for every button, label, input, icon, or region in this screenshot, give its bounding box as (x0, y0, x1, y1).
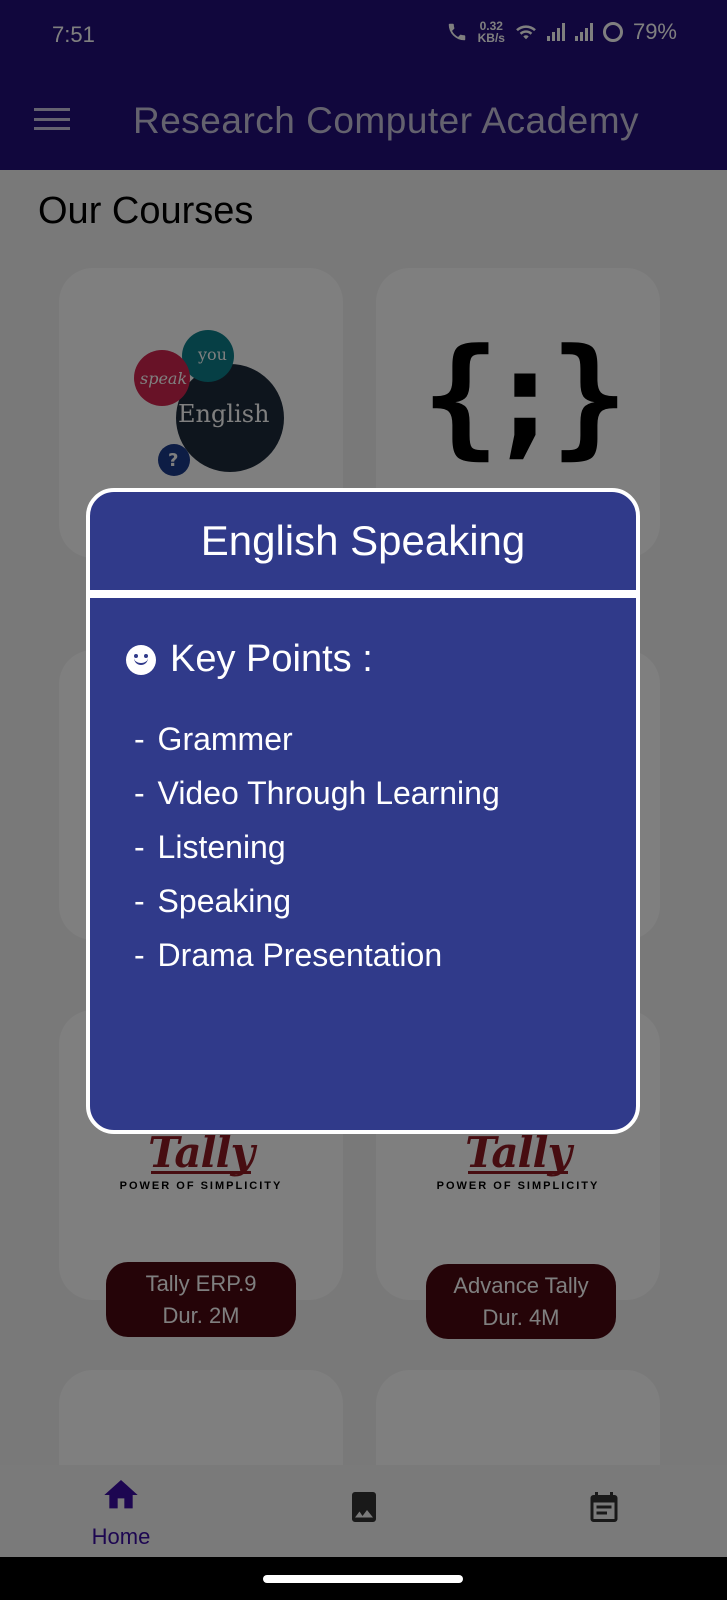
list-item: Grammer (134, 712, 500, 766)
key-points-heading: Key Points : (126, 638, 373, 681)
list-item: Drama Presentation (134, 928, 500, 982)
list-item: Video Through Learning (134, 766, 500, 820)
key-points-label: Key Points : (170, 638, 373, 680)
smiley-icon (126, 644, 156, 675)
course-detail-dialog: English Speaking Key Points : Grammer Vi… (86, 488, 640, 1134)
key-points-list: Grammer Video Through Learning Listening… (134, 712, 500, 982)
dialog-title: English Speaking (200, 517, 526, 564)
list-item: Listening (134, 820, 500, 874)
system-nav-bar (0, 1557, 727, 1600)
list-item: Speaking (134, 874, 500, 928)
dialog-divider (90, 590, 636, 598)
home-indicator[interactable] (263, 1575, 463, 1583)
